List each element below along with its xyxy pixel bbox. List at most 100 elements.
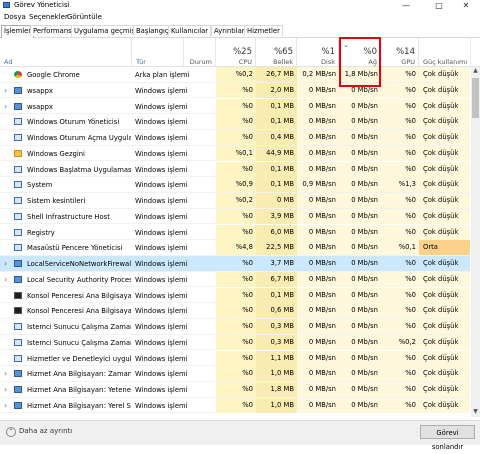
- process-row[interactable]: › Local Security Authority Process... Wind…: [0, 271, 470, 288]
- process-row[interactable]: › LocalServiceNoNetworkFirewall ... Window…: [0, 256, 470, 272]
- network-value: 0 Mb/sn: [339, 193, 381, 208]
- process-type: Windows işlemi: [135, 275, 188, 284]
- header-network-label: Ağ: [368, 58, 377, 66]
- tab-users[interactable]: Kullanıcılar: [168, 25, 212, 36]
- tab-startup[interactable]: Başlangıç: [133, 25, 172, 36]
- process-row[interactable]: İstemci Sunucu Çalışma Zamanı... Windows …: [0, 334, 470, 351]
- memory-value: 0,1 MB: [256, 161, 297, 177]
- power-value: Çok düşük: [419, 350, 470, 366]
- cpu-value: %0: [216, 334, 256, 350]
- cpu-value: %0: [216, 366, 256, 382]
- maximize-button[interactable]: □: [425, 0, 453, 11]
- power-value: Çok düşük: [419, 193, 470, 208]
- process-name: wsappx: [27, 102, 53, 111]
- less-detail-link[interactable]: ⌃ Daha az ayrıntı: [6, 427, 72, 437]
- process-row[interactable]: Windows Gezgini Windows işlemi %0,1 44,9 MB…: [0, 145, 470, 162]
- network-value: 0 Mb/sn: [339, 177, 381, 193]
- process-name: wsappx: [27, 86, 53, 95]
- gpu-value: %0: [381, 193, 419, 208]
- process-name: Windows Gezgini: [27, 149, 85, 158]
- process-row[interactable]: İstemci Sunucu Çalışma Zamanı... Windows …: [0, 319, 470, 335]
- expand-chevron-icon[interactable]: ›: [4, 86, 7, 95]
- vertical-scrollbar[interactable]: ▲ ▼: [471, 67, 480, 417]
- gpu-value: %0,2: [381, 334, 419, 350]
- process-row[interactable]: Windows Oturum Açma Uygula... Windows işl…: [0, 130, 470, 146]
- header-power[interactable]: Güç kullanımı: [419, 38, 471, 66]
- network-value: 0 Mb/sn: [339, 98, 381, 114]
- process-row[interactable]: Registry Windows işlemi %0 6,0 MB 0 MB/sn 0 M…: [0, 224, 470, 241]
- process-name: Registry: [27, 228, 55, 237]
- process-type: Windows işlemi: [135, 197, 188, 205]
- process-row[interactable]: Shell Infrastructure Host Windows işlemi%…: [0, 208, 470, 225]
- header-cpu[interactable]: %25 CPU: [216, 38, 256, 66]
- memory-value: 0,6 MB: [256, 303, 297, 319]
- process-row[interactable]: › Hizmet Ana Bilgisayarı: Yetenek ... Wind…: [0, 382, 470, 398]
- tab-details[interactable]: Ayrıntılar: [211, 25, 248, 36]
- process-row[interactable]: › Hizmet Ana Bilgisayarı: Yerel Sis... Win…: [0, 397, 470, 414]
- network-value: 1,8 Mb/sn: [339, 67, 381, 82]
- disk-value: 0 MB/sn: [297, 82, 339, 98]
- tab-app-history[interactable]: Uygulama geçmişi: [71, 25, 140, 36]
- process-name: Konsol Penceresi Ana Bilgisayarı: [27, 307, 131, 316]
- process-row[interactable]: Windows Oturum Yöneticisi Windows işlemi%…: [0, 114, 470, 130]
- process-row[interactable]: › wsappx Windows işlemi %0 0,1 MB 0 MB/sn 0 Mb…: [0, 98, 470, 115]
- gpu-value: %0: [381, 208, 419, 224]
- memory-value: 0,1 MB: [256, 98, 297, 114]
- process-name: Local Security Authority Process...: [27, 275, 131, 284]
- scroll-up-icon[interactable]: ▲: [471, 67, 480, 76]
- expand-chevron-icon[interactable]: ›: [4, 369, 7, 378]
- header-cpu-pct: %25: [233, 47, 252, 57]
- gpu-value: %0: [381, 82, 419, 98]
- gpu-value: %0: [381, 382, 419, 397]
- scroll-thumb[interactable]: [472, 78, 479, 118]
- expand-chevron-icon[interactable]: ›: [4, 259, 7, 268]
- close-button[interactable]: ✕: [452, 0, 480, 11]
- process-row[interactable]: Konsol Penceresi Ana Bilgisayarı Windows …: [0, 303, 470, 319]
- header-type[interactable]: Tür: [132, 38, 184, 66]
- disk-value: 0 MB/sn: [297, 161, 339, 177]
- process-row[interactable]: System Windows işlemi %0,9 0,1 MB 0,9 MB/sn 0…: [0, 177, 470, 193]
- process-type: Windows işlemi: [135, 260, 188, 268]
- menu-view[interactable]: Görüntüle: [67, 13, 102, 21]
- tab-performance[interactable]: Performans: [30, 25, 75, 36]
- header-memory-label: Bellek: [273, 58, 293, 66]
- expand-chevron-icon[interactable]: ›: [4, 275, 7, 284]
- expand-chevron-icon[interactable]: ›: [4, 385, 7, 394]
- process-row[interactable]: Windows Başlatma Uygulaması Windows işlem…: [0, 161, 470, 178]
- tab-services[interactable]: Hizmetler: [244, 25, 283, 36]
- process-type: Windows işlemi: [135, 401, 188, 410]
- header-cpu-label: CPU: [238, 58, 252, 66]
- menu-file[interactable]: Dosya: [4, 13, 26, 21]
- process-row[interactable]: › Hizmet Ana Bilgisayarı: Zaman ... Window…: [0, 366, 470, 382]
- column-header: Ad Tür Durum %25 CPU %65 Bellek %1 Disk …: [0, 38, 480, 67]
- gpu-value: %0: [381, 319, 419, 334]
- header-type-label: Tür: [136, 58, 146, 66]
- service-icon: [14, 386, 22, 393]
- header-network[interactable]: ⌄ %0 Ağ: [339, 38, 381, 66]
- process-row[interactable]: › wsappx Windows işlemi %0 2,0 MB 0 MB/sn 0 Mb…: [0, 82, 470, 99]
- header-disk[interactable]: %1 Disk: [297, 38, 339, 66]
- process-type: Windows işlemi: [135, 212, 188, 221]
- process-type: Windows işlemi: [135, 386, 188, 394]
- process-row[interactable]: Konsol Penceresi Ana Bilgisayarı Windows …: [0, 287, 470, 304]
- process-row[interactable]: Hizmetler ve Denetleyici uygula... Window…: [0, 350, 470, 367]
- process-row[interactable]: Sistem kesintileri Windows işlemi %0,2 0 MB…: [0, 193, 470, 209]
- header-status[interactable]: Durum: [184, 38, 216, 66]
- memory-value: 26,7 MB: [256, 67, 297, 82]
- gpu-value: %0: [381, 397, 419, 413]
- expand-chevron-icon[interactable]: ›: [4, 102, 7, 111]
- minimize-button[interactable]: —: [392, 0, 420, 11]
- header-name[interactable]: Ad: [0, 38, 132, 66]
- process-row[interactable]: Masaüstü Pencere Yöneticisi Windows işlem…: [0, 240, 470, 256]
- end-task-button[interactable]: Görevi sonlandır: [420, 425, 475, 451]
- power-value: Çok düşük: [419, 366, 470, 382]
- gpu-value: %0: [381, 145, 419, 161]
- memory-value: 3,9 MB: [256, 208, 297, 224]
- process-row[interactable]: Google Chrome Arka plan işlemi %0,2 26,7 MB…: [0, 67, 470, 83]
- header-memory[interactable]: %65 Bellek: [256, 38, 297, 66]
- menu-options[interactable]: Seçenekler: [29, 13, 68, 21]
- window-icon: [14, 244, 22, 252]
- expand-chevron-icon[interactable]: ›: [4, 401, 7, 410]
- header-gpu[interactable]: %14 GPU: [381, 38, 419, 66]
- scroll-down-icon[interactable]: ▼: [471, 408, 480, 417]
